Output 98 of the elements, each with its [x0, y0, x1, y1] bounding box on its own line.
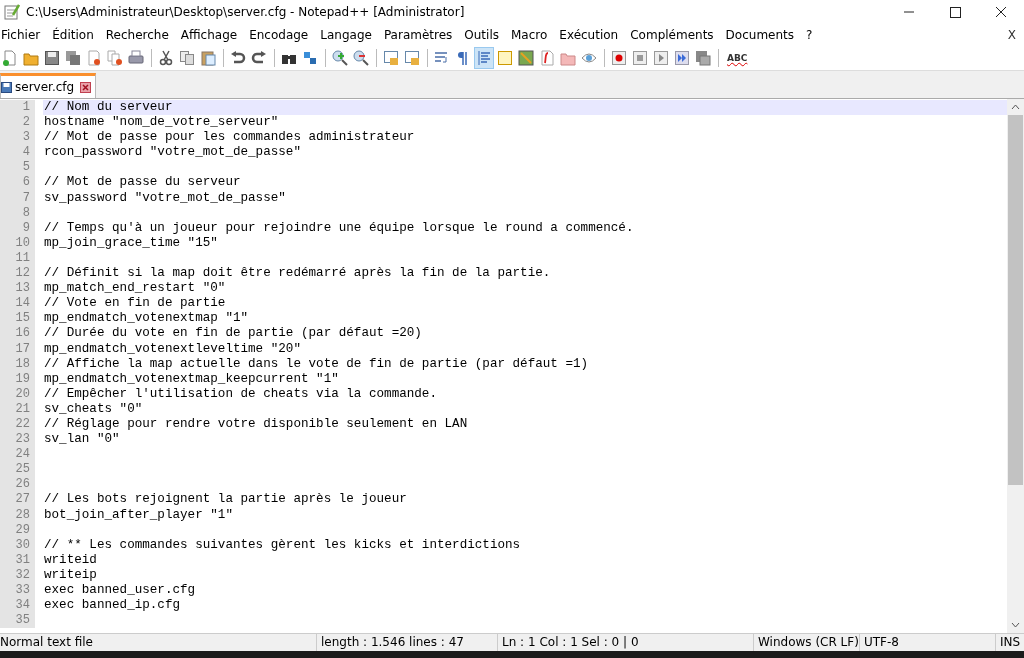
eye-icon[interactable]	[581, 50, 597, 66]
line-number: 6	[0, 175, 35, 191]
scrollbar-thumb[interactable]	[1008, 115, 1023, 485]
redo-icon[interactable]	[251, 50, 267, 66]
line-number: 26	[0, 477, 35, 493]
code-line: // Les bots rejoignent la partie après le joueur	[44, 492, 407, 507]
window-icon[interactable]	[383, 50, 399, 66]
save-icon[interactable]	[44, 50, 60, 66]
menu-item[interactable]: Encodage	[243, 28, 315, 42]
undo-icon[interactable]	[230, 50, 246, 66]
save-icon	[1, 81, 12, 93]
line-number: 34	[0, 598, 35, 614]
menu-item[interactable]: Paramètres	[377, 28, 459, 42]
scroll-down-icon[interactable]	[1011, 622, 1020, 628]
code-line: // Définit si la map doit être redémarré après la fin de la partie.	[44, 266, 551, 281]
code-line: // Réglage pour rendre votre disponible seulement en LAN	[44, 416, 468, 431]
line-number: 13	[0, 281, 35, 297]
tab-label: server.cfg	[15, 80, 75, 94]
close-file-icon[interactable]	[86, 50, 102, 66]
spellcheck-button[interactable]: ABC	[727, 53, 748, 63]
window-title: C:\Users\Administrateur\Desktop\server.cfg - Notepad++ [Administrator]	[26, 5, 465, 19]
code-line: mp_endmatch_votenextmap "1"	[44, 311, 249, 326]
line-number: 27	[0, 492, 35, 508]
stop-icon[interactable]	[632, 50, 648, 66]
folder-icon[interactable]	[23, 50, 39, 66]
line-number: 14	[0, 296, 35, 312]
scrollbar[interactable]	[1007, 99, 1024, 633]
menu-item[interactable]: Documents	[719, 28, 801, 42]
menu-item[interactable]: Compléments	[624, 28, 720, 42]
close-document-button[interactable]: X	[999, 28, 1024, 42]
code-line: mp_endmatch_votenextmap_keepcurrent "1"	[44, 371, 339, 386]
fast-forward-icon[interactable]	[674, 50, 690, 66]
code-line: hostname "nom_de_votre_serveur"	[44, 115, 279, 130]
zoom-out-icon[interactable]	[353, 50, 369, 66]
menu-item[interactable]: Exécution	[553, 28, 625, 42]
window-icon[interactable]	[404, 50, 420, 66]
line-number: 35	[0, 613, 35, 629]
code-line: exec banned_ip.cfg	[44, 598, 181, 613]
line-number: 2	[0, 115, 35, 131]
menu-item[interactable]: Outils	[458, 28, 505, 42]
line-number: 5	[0, 160, 35, 176]
line-number: 15	[0, 311, 35, 327]
menu-item[interactable]: Édition	[46, 28, 100, 42]
code-line: sv_cheats "0"	[44, 401, 143, 416]
scroll-up-icon[interactable]	[1011, 104, 1020, 110]
menu-item[interactable]: Affichage	[174, 28, 244, 42]
copy-icon[interactable]	[179, 50, 195, 66]
menu-item[interactable]: Langage	[314, 28, 378, 42]
indent-guide-icon	[476, 50, 492, 66]
line-number: 4	[0, 145, 35, 161]
menu-item[interactable]: ?	[800, 28, 819, 42]
file-tab[interactable]: server.cfg	[0, 73, 97, 98]
code-line: writeip	[44, 567, 97, 582]
code-line: sv_lan "0"	[44, 432, 120, 447]
note-icon[interactable]	[497, 50, 513, 66]
printer-icon[interactable]	[128, 50, 144, 66]
close-all-icon[interactable]	[107, 50, 123, 66]
wrap-icon[interactable]	[434, 50, 450, 66]
code-line: // Temps qu'à un joueur pour rejoindre une équipe lorsque le round a commencé.	[44, 220, 634, 235]
status-text: INS	[999, 634, 1022, 651]
line-number: 23	[0, 432, 35, 448]
code-line: // Mot de passe du serveur	[44, 175, 241, 190]
line-number: 24	[0, 447, 35, 463]
paste-icon[interactable]	[200, 50, 216, 66]
code-line: // Affiche la map actuelle dans le vote de fin de partie (par défaut =1)	[44, 356, 589, 371]
code-line: mp_join_grace_time "15"	[44, 235, 218, 250]
code-line: // Empêcher l'utilisation de cheats via la commande.	[44, 386, 437, 401]
line-number: 3	[0, 130, 35, 146]
close-icon[interactable]	[80, 81, 92, 93]
folder-icon[interactable]	[560, 50, 576, 66]
code-line: exec banned_user.cfg	[44, 583, 196, 597]
code-line: // ** Les commandes suivantes gèrent les kicks et interdictions	[44, 537, 521, 552]
code-line: // Mot de passe pour les commandes administrateur	[44, 130, 415, 145]
function-icon[interactable]	[539, 50, 555, 66]
record-icon[interactable]	[611, 50, 627, 66]
indent-guide-button[interactable]	[474, 47, 494, 69]
line-number: 12	[0, 266, 35, 282]
menu-item[interactable]: Fichier	[0, 28, 47, 42]
line-number: 25	[0, 462, 35, 478]
code-line: // Nom du serveur	[44, 100, 173, 114]
code-line: // Vote en fin de partie	[44, 296, 226, 311]
new-file-icon[interactable]	[2, 50, 18, 66]
menu-item[interactable]: Recherche	[99, 28, 175, 42]
scissors-icon[interactable]	[158, 50, 174, 66]
menu-item[interactable]: Macro	[505, 28, 554, 42]
code-line: mp_endmatch_votenextleveltime "20"	[44, 341, 301, 356]
code-line: // Durée du vote en fin de partie (par défaut =20)	[44, 326, 422, 341]
line-number: 1	[0, 100, 35, 116]
code-line: sv_password "votre_mot_de_passe"	[44, 190, 286, 205]
code-line: bot_join_after_player "1"	[44, 507, 233, 522]
code-line: writeid	[44, 552, 97, 567]
code-line: rcon_password "votre_mot_de_passe"	[44, 145, 301, 160]
notepad-icon	[4, 4, 20, 20]
code-line: mp_match_end_restart "0"	[44, 281, 226, 296]
line-number: 33	[0, 583, 35, 599]
play-icon[interactable]	[653, 50, 669, 66]
zoom-in-icon[interactable]	[332, 50, 348, 66]
line-number: 16	[0, 326, 35, 342]
